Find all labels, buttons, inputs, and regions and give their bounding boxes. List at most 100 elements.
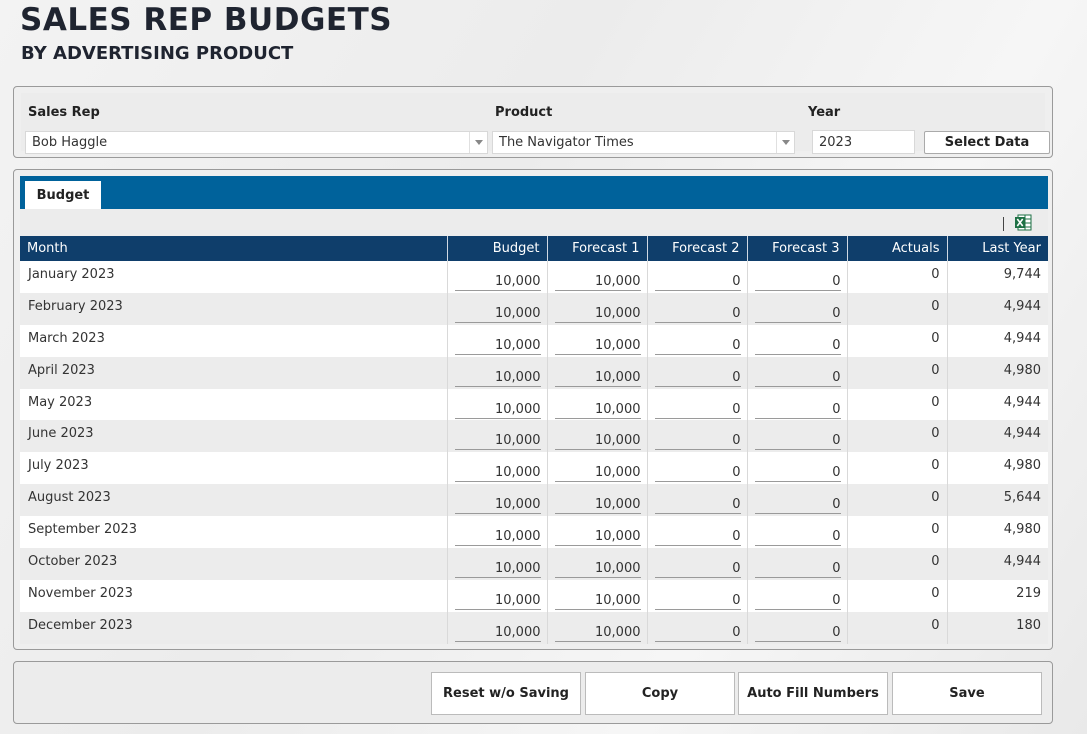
forecast-2-input[interactable]: 0 (654, 621, 741, 642)
forecast-2-input[interactable]: 0 (654, 366, 741, 387)
forecast-2-input[interactable]: 0 (654, 525, 741, 547)
forecast-3-cell: 0 (747, 548, 848, 580)
forecast-2-input[interactable]: 0 (654, 270, 741, 291)
tab-budget[interactable]: Budget (25, 181, 101, 209)
budget-input[interactable]: 10,000 (454, 334, 541, 355)
forecast-2-input[interactable]: 0 (654, 589, 741, 610)
month-cell: December 2023 (20, 611, 448, 644)
col-header-forecast-2[interactable]: Forecast 2 (647, 236, 748, 261)
forecast-1-cell: 10,000 (547, 324, 648, 357)
last-year-cell: 4,980 (947, 516, 1048, 549)
save-button[interactable]: Save (892, 672, 1042, 715)
product-select[interactable]: The Navigator Times (492, 131, 795, 154)
actuals-cell: 0 (847, 611, 948, 644)
forecast-3-input[interactable]: 0 (754, 461, 841, 483)
forecast-3-input[interactable]: 0 (754, 302, 841, 323)
forecast-1-input[interactable]: 10,000 (554, 493, 641, 515)
auto-fill-numbers-button[interactable]: Auto Fill Numbers (738, 672, 888, 715)
month-cell: September 2023 (20, 516, 448, 549)
forecast-2-input[interactable]: 0 (654, 493, 741, 515)
sales-rep-label: Sales Rep (28, 105, 100, 120)
budget-input[interactable]: 10,000 (454, 461, 541, 483)
copy-button[interactable]: Copy (585, 672, 735, 715)
forecast-2-input[interactable]: 0 (654, 398, 741, 419)
month-cell: April 2023 (20, 356, 448, 389)
forecast-3-input[interactable]: 0 (754, 621, 841, 642)
forecast-1-input[interactable]: 10,000 (554, 398, 641, 419)
sales-rep-select[interactable]: Bob Haggle (25, 131, 488, 154)
forecast-3-input[interactable]: 0 (754, 398, 841, 419)
budget-input[interactable]: 10,000 (454, 621, 541, 642)
action-panel: Reset w/o Saving Copy Auto Fill Numbers … (13, 661, 1053, 724)
month-cell: October 2023 (20, 548, 448, 580)
year-input[interactable]: 2023 (812, 130, 915, 154)
budget-cell: 10,000 (447, 548, 548, 580)
forecast-2-input[interactable]: 0 (654, 557, 741, 579)
forecast-3-input[interactable]: 0 (754, 589, 841, 610)
forecast-2-input[interactable]: 0 (654, 429, 741, 451)
table-row: August 2023 10,000 10,000 0 0 0 5,644 (20, 484, 1048, 517)
budget-input[interactable]: 10,000 (454, 366, 541, 387)
forecast-1-input[interactable]: 10,000 (554, 429, 641, 451)
chevron-down-icon (776, 132, 794, 153)
forecast-2-input[interactable]: 0 (654, 461, 741, 483)
toolbar-divider (1003, 217, 1004, 231)
table-row: June 2023 10,000 10,000 0 0 0 4,944 (20, 420, 1048, 453)
forecast-1-input[interactable]: 10,000 (554, 557, 641, 579)
table-row: January 2023 10,000 10,000 0 0 0 9,744 (20, 261, 1048, 293)
forecast-1-input[interactable]: 10,000 (554, 302, 641, 323)
year-label: Year (808, 105, 841, 120)
budget-input[interactable]: 10,000 (454, 557, 541, 579)
forecast-1-input[interactable]: 10,000 (554, 525, 641, 547)
budget-cell: 10,000 (447, 611, 548, 644)
budget-input[interactable]: 10,000 (454, 589, 541, 610)
excel-export-icon[interactable] (1015, 214, 1032, 231)
last-year-cell: 9,744 (947, 261, 1048, 293)
forecast-1-input[interactable]: 10,000 (554, 366, 641, 387)
actuals-cell: 0 (847, 484, 948, 517)
col-header-budget[interactable]: Budget (447, 236, 548, 261)
product-label: Product (495, 105, 553, 120)
forecast-3-input[interactable]: 0 (754, 525, 841, 547)
budget-input[interactable]: 10,000 (454, 302, 541, 323)
budget-input[interactable]: 10,000 (454, 525, 541, 547)
col-header-forecast-1[interactable]: Forecast 1 (547, 236, 648, 261)
forecast-3-input[interactable]: 0 (754, 493, 841, 515)
forecast-3-input[interactable]: 0 (754, 429, 841, 451)
forecast-2-cell: 0 (647, 611, 748, 644)
forecast-2-input[interactable]: 0 (654, 334, 741, 355)
col-header-actuals[interactable]: Actuals (847, 236, 948, 261)
select-data-button[interactable]: Select Data (924, 131, 1050, 154)
forecast-1-input[interactable]: 10,000 (554, 621, 641, 642)
forecast-1-input[interactable]: 10,000 (554, 334, 641, 355)
forecast-2-cell: 0 (647, 356, 748, 389)
reset-without-saving-button[interactable]: Reset w/o Saving (431, 672, 581, 715)
chevron-down-icon (469, 132, 487, 153)
forecast-1-input[interactable]: 10,000 (554, 461, 641, 483)
budget-cell: 10,000 (447, 420, 548, 453)
forecast-1-input[interactable]: 10,000 (554, 589, 641, 610)
sales-rep-value: Bob Haggle (32, 135, 108, 150)
forecast-3-input[interactable]: 0 (754, 270, 841, 291)
forecast-3-input[interactable]: 0 (754, 366, 841, 387)
budget-panel: Budget Month Budget Forecast 1 Forecast … (13, 169, 1053, 650)
forecast-1-input[interactable]: 10,000 (554, 270, 641, 291)
forecast-3-cell: 0 (747, 452, 848, 485)
forecast-3-input[interactable]: 0 (754, 557, 841, 579)
budget-cell: 10,000 (447, 356, 548, 389)
budget-input[interactable]: 10,000 (454, 270, 541, 291)
budget-input[interactable]: 10,000 (454, 493, 541, 515)
budget-input[interactable]: 10,000 (454, 398, 541, 419)
col-header-forecast-3[interactable]: Forecast 3 (747, 236, 848, 261)
forecast-2-input[interactable]: 0 (654, 302, 741, 323)
budget-input[interactable]: 10,000 (454, 429, 541, 451)
actuals-cell: 0 (847, 356, 948, 389)
grid-header-row: Month Budget Forecast 1 Forecast 2 Forec… (20, 236, 1048, 261)
forecast-2-cell: 0 (647, 579, 748, 612)
budget-cell: 10,000 (447, 324, 548, 357)
forecast-1-cell: 10,000 (547, 388, 648, 421)
col-header-month[interactable]: Month (20, 236, 448, 261)
col-header-last-year[interactable]: Last Year (947, 236, 1048, 261)
forecast-3-input[interactable]: 0 (754, 334, 841, 355)
last-year-cell: 180 (947, 611, 1048, 644)
